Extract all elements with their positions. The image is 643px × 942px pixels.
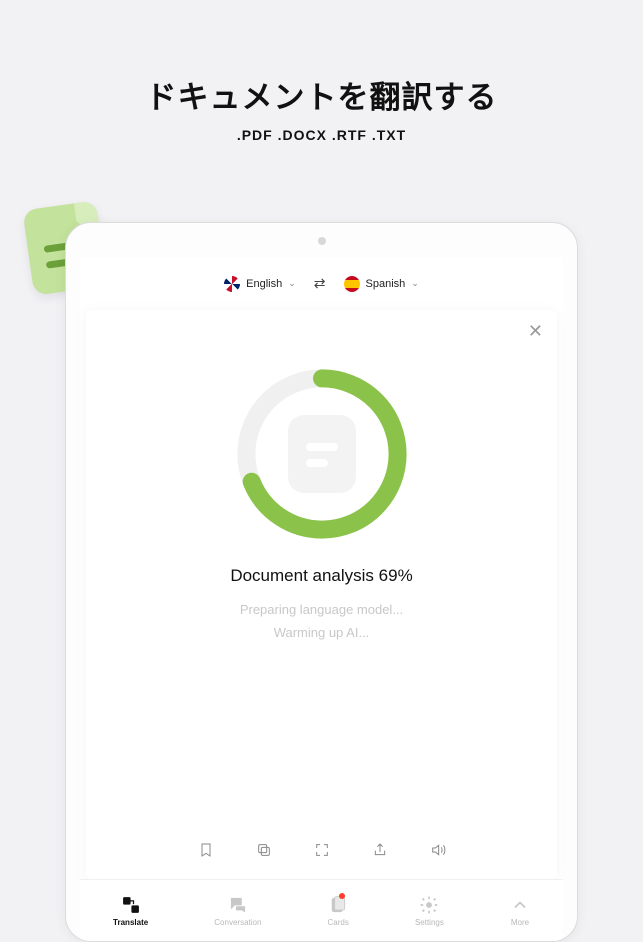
- chevron-down-icon: ⌄: [288, 278, 296, 289]
- source-language-selector[interactable]: English ⌄: [224, 276, 296, 292]
- tab-more[interactable]: More: [504, 891, 536, 931]
- speaker-icon[interactable]: [429, 841, 447, 859]
- tab-settings[interactable]: Settings: [409, 891, 450, 931]
- tab-settings-label: Settings: [415, 918, 444, 927]
- tab-cards[interactable]: Cards: [322, 891, 355, 931]
- chevron-down-icon: ⌄: [411, 278, 419, 289]
- action-row: [197, 823, 447, 879]
- tab-conversation[interactable]: Conversation: [208, 891, 267, 931]
- notification-dot-icon: [339, 893, 345, 899]
- progress-card: ✕ Document analysis 69% Preparing langua…: [86, 310, 557, 879]
- expand-icon[interactable]: [313, 841, 331, 859]
- target-language-selector[interactable]: Spanish ⌄: [344, 276, 419, 292]
- tab-conversation-label: Conversation: [214, 918, 261, 927]
- tab-more-label: More: [511, 918, 529, 927]
- share-icon[interactable]: [371, 841, 389, 859]
- close-button[interactable]: ✕: [528, 322, 543, 340]
- uk-flag-icon: [224, 276, 240, 292]
- target-language-label: Spanish: [366, 278, 406, 290]
- promo-subtitle: .PDF .DOCX .RTF .TXT: [0, 127, 643, 143]
- tab-translate-label: Translate: [113, 918, 148, 927]
- copy-icon[interactable]: [255, 841, 273, 859]
- tablet-frame: English ⌄ ⇄ Spanish ⌄ ✕ Document analysi…: [65, 222, 578, 942]
- status-line-1: Preparing language model...: [240, 602, 403, 617]
- bookmark-icon[interactable]: [197, 841, 215, 859]
- spain-flag-icon: [344, 276, 360, 292]
- source-language-label: English: [246, 278, 282, 290]
- app-screen: English ⌄ ⇄ Spanish ⌄ ✕ Document analysi…: [80, 257, 563, 941]
- progress-ring: [232, 364, 412, 544]
- tab-translate[interactable]: Translate: [107, 891, 154, 931]
- language-bar: English ⌄ ⇄ Spanish ⌄: [80, 257, 563, 310]
- status-line-2: Warming up AI...: [274, 625, 370, 640]
- promo-title: ドキュメントを翻訳する: [0, 72, 643, 117]
- progress-label: Document analysis 69%: [230, 566, 412, 586]
- tab-bar: Translate Conversation Cards Settings Mo…: [80, 879, 563, 941]
- document-icon: [288, 415, 356, 493]
- swap-languages-icon[interactable]: ⇄: [314, 275, 326, 292]
- tablet-camera-icon: [318, 237, 326, 245]
- tab-cards-label: Cards: [328, 918, 349, 927]
